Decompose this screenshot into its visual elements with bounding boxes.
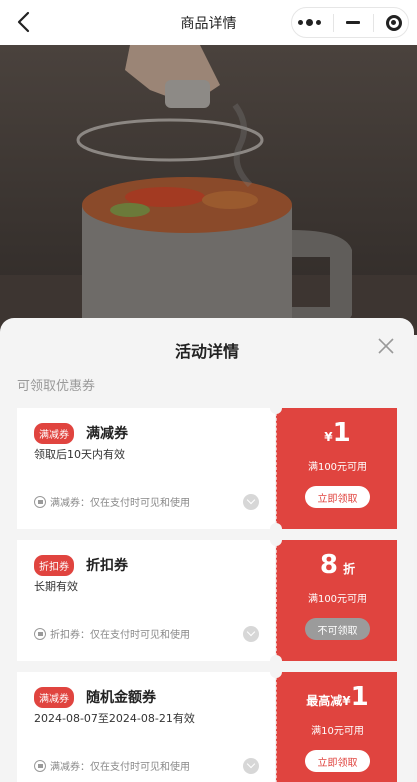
product-image <box>0 45 417 335</box>
discount-unit: 折 <box>343 562 356 576</box>
coupon-card: 满减券 随机金额券 2024-08-07至2024-08-21有效 满减券：仅在… <box>17 666 397 782</box>
coupon-note: 满减券：仅在支付时可见和使用 <box>34 494 190 509</box>
amount-value: 1 <box>332 418 351 448</box>
expand-chevron-icon[interactable] <box>243 626 259 642</box>
coupon-amount: 8 折 <box>277 550 398 580</box>
claim-button[interactable]: 立即领取 <box>305 750 370 772</box>
coupon-name: 满减券 <box>86 426 128 442</box>
coupon-note-text: 满减券：仅在支付时可见和使用 <box>50 498 190 509</box>
coupon-type-badge: 满减券 <box>34 687 74 708</box>
notch-top <box>270 402 282 414</box>
coupon-name: 折扣券 <box>86 558 128 574</box>
coupon-type-badge: 满减券 <box>34 423 74 444</box>
expand-chevron-icon[interactable] <box>243 494 259 510</box>
minimize-icon[interactable] <box>346 21 361 24</box>
coupon-validity: 领取后10天内有效 <box>34 448 125 461</box>
page-title: 商品详情 <box>180 15 237 32</box>
expand-chevron-icon[interactable] <box>243 758 259 774</box>
info-icon <box>34 495 46 508</box>
unavailable-button[interactable]: 不可领取 <box>305 618 370 640</box>
coupon-value-panel: 8 折 满100元可用 不可领取 <box>276 540 397 661</box>
sheet-title: 活动详情 <box>174 342 239 361</box>
coupon-value-panel: ¥1 满100元可用 立即领取 <box>276 408 397 529</box>
activity-details-sheet: 活动详情 可领取优惠券 满减券 满减券 领取后10天内有效 满减券：仅在支付时可… <box>0 318 414 782</box>
amount-value: 1 <box>350 682 369 712</box>
info-icon <box>34 759 46 772</box>
close-mini-program-icon[interactable] <box>385 14 402 31</box>
coupon-card: 折扣券 折扣券 长期有效 折扣券：仅在支付时可见和使用 8 折 满100元可用 … <box>17 534 397 667</box>
coupon-note-text: 满减券：仅在支付时可见和使用 <box>50 762 190 773</box>
claim-button[interactable]: 立即领取 <box>305 486 370 508</box>
coupon-name: 随机金额券 <box>86 690 156 706</box>
more-options-icon[interactable] <box>298 19 322 26</box>
notch-top <box>270 666 282 678</box>
close-icon[interactable] <box>376 336 396 356</box>
coupon-condition: 满100元可用 <box>307 462 368 473</box>
info-icon <box>34 627 46 640</box>
top-nav-bar: 商品详情 <box>0 0 417 45</box>
coupon-amount: ¥1 <box>277 418 398 448</box>
notch-top <box>270 534 282 546</box>
coupon-note: 折扣券：仅在支付时可见和使用 <box>34 626 190 641</box>
coupon-condition: 满10元可用 <box>311 726 364 737</box>
coupon-condition: 满100元可用 <box>307 594 368 605</box>
coupon-validity: 长期有效 <box>34 580 78 593</box>
coupon-note: 满减券：仅在支付时可见和使用 <box>34 758 190 773</box>
coupon-type-badge: 折扣券 <box>34 555 74 576</box>
back-arrow-icon[interactable] <box>14 10 36 34</box>
coupon-amount: 最高减¥1 <box>277 682 398 712</box>
coupon-value-panel: 最高减¥1 满10元可用 立即领取 <box>276 672 397 782</box>
coupon-validity: 2024-08-07至2024-08-21有效 <box>34 712 195 725</box>
max-discount-label: 最高减¥ <box>306 694 351 708</box>
currency-symbol: ¥ <box>324 430 333 444</box>
coupon-info: 满减券 满减券 领取后10天内有效 满减券：仅在支付时可见和使用 <box>17 408 275 529</box>
amount-value: 8 <box>319 550 338 580</box>
coupon-card: 满减券 满减券 领取后10天内有效 满减券：仅在支付时可见和使用 ¥1 满100… <box>17 402 397 535</box>
coupon-info: 满减券 随机金额券 2024-08-07至2024-08-21有效 满减券：仅在… <box>17 672 275 782</box>
available-coupons-label: 可领取优惠券 <box>17 379 96 394</box>
mini-program-capsule <box>291 7 409 38</box>
coupon-info: 折扣券 折扣券 长期有效 折扣券：仅在支付时可见和使用 <box>17 540 275 661</box>
coupon-note-text: 折扣券：仅在支付时可见和使用 <box>50 630 190 641</box>
